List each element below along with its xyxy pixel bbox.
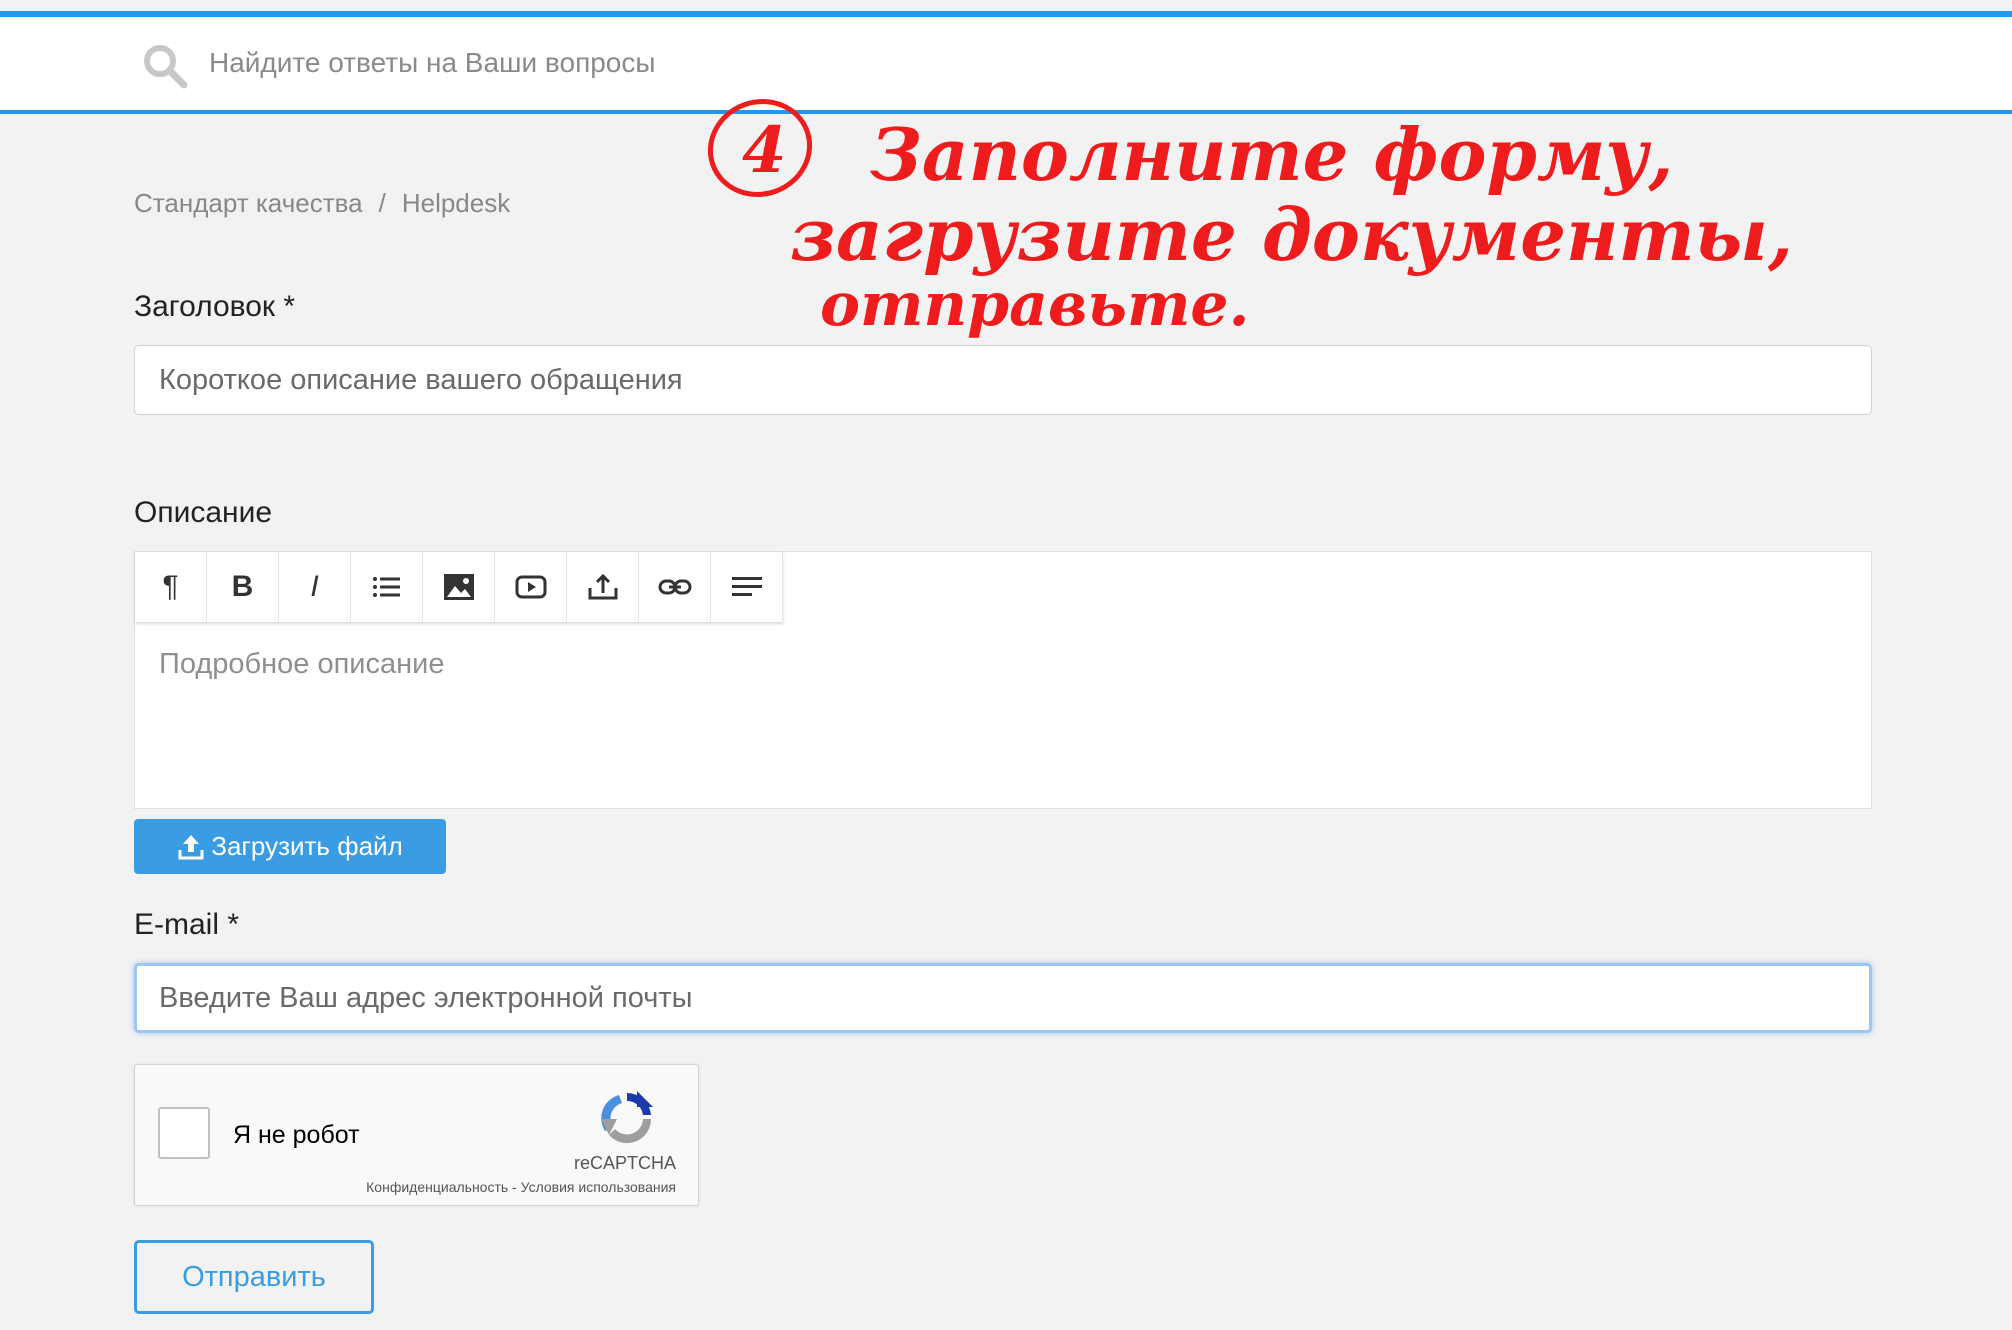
pilcrow-icon: ¶ bbox=[162, 570, 179, 603]
align-icon bbox=[731, 577, 762, 596]
bold-icon: B bbox=[231, 570, 254, 603]
title-label: Заголовок * bbox=[134, 290, 296, 323]
image-button[interactable] bbox=[423, 552, 495, 622]
recaptcha-logo-icon bbox=[601, 1091, 653, 1144]
annotation-line-1: Заполните форму, bbox=[870, 112, 1673, 197]
recaptcha-label: Я не робот bbox=[233, 1121, 360, 1149]
email-input[interactable]: Введите Ваш адрес электронной почты bbox=[134, 963, 1872, 1033]
recaptcha-brand: reCAPTCHA bbox=[573, 1153, 676, 1173]
upload-icon bbox=[178, 834, 204, 859]
annotation-number: 4 bbox=[742, 113, 787, 188]
handwritten-annotation: 4 Заполните форму, загрузите документы, … bbox=[707, 99, 1793, 340]
editor-toolbar: ¶ B I bbox=[135, 552, 783, 622]
upload-button-toolbar[interactable] bbox=[567, 552, 639, 622]
search-bar: Найдите ответы на Ваши вопросы bbox=[0, 17, 2012, 114]
upload-icon bbox=[588, 573, 617, 600]
italic-button[interactable]: I bbox=[279, 552, 351, 622]
align-button[interactable] bbox=[711, 552, 783, 622]
description-editor[interactable]: ¶ B I Подробное описание bbox=[134, 551, 1872, 809]
recaptcha-terms[interactable]: Конфиденциальность - Условия использован… bbox=[366, 1179, 676, 1195]
description-label: Описание bbox=[134, 496, 273, 529]
annotation-line-3: отправьте. bbox=[820, 270, 1250, 340]
link-button[interactable] bbox=[639, 552, 711, 622]
upload-file-label: Загрузить файл bbox=[211, 831, 403, 861]
description-placeholder: Подробное описание bbox=[159, 648, 445, 680]
breadcrumb: Стандарт качества / Helpdesk bbox=[134, 188, 510, 219]
recaptcha-widget: Я не робот reCAPTCHA Конфиденциальность … bbox=[134, 1064, 699, 1206]
video-icon bbox=[515, 575, 546, 599]
link-icon bbox=[658, 579, 691, 595]
search-field[interactable]: Найдите ответы на Ваши вопросы bbox=[134, 17, 1874, 110]
upload-file-button[interactable]: Загрузить файл bbox=[134, 819, 446, 874]
breadcrumb-item-helpdesk[interactable]: Helpdesk bbox=[402, 188, 510, 218]
list-icon bbox=[372, 577, 400, 597]
video-button[interactable] bbox=[495, 552, 567, 622]
bold-button[interactable]: B bbox=[207, 552, 279, 622]
title-input[interactable]: Короткое описание вашего обращения bbox=[134, 345, 1872, 415]
recaptcha-checkbox[interactable] bbox=[158, 1107, 210, 1159]
italic-icon: I bbox=[310, 570, 319, 603]
list-button[interactable] bbox=[351, 552, 423, 622]
search-input[interactable]: Найдите ответы на Ваши вопросы bbox=[209, 47, 656, 79]
annotation-line-2: загрузите документы, bbox=[790, 192, 1793, 277]
breadcrumb-item-quality[interactable]: Стандарт качества bbox=[134, 188, 363, 218]
image-icon bbox=[443, 574, 474, 600]
email-label: E-mail * bbox=[134, 908, 240, 941]
paragraph-button[interactable]: ¶ bbox=[135, 552, 207, 622]
search-icon bbox=[144, 45, 188, 89]
breadcrumb-separator: / bbox=[378, 188, 386, 218]
submit-button[interactable]: Отправить bbox=[134, 1240, 374, 1314]
